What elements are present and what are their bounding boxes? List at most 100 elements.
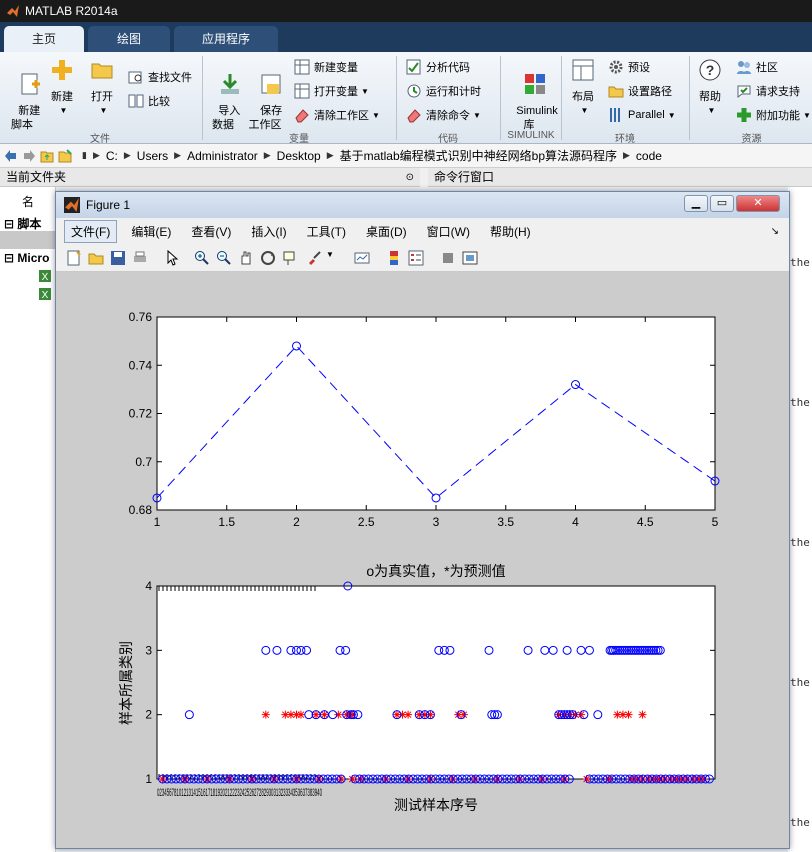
path-separator: ▶ xyxy=(623,150,630,160)
new-variable-button[interactable]: 新建变量 xyxy=(294,58,358,76)
print-icon[interactable] xyxy=(132,250,148,266)
add-ons-icon xyxy=(737,108,751,122)
y-tick-label: 0.68 xyxy=(129,503,153,517)
collapse-icon: ⊟ xyxy=(4,251,18,265)
dock-arrow-icon[interactable]: ↘ xyxy=(771,226,779,237)
command-window-panel[interactable] xyxy=(788,187,812,852)
open-variable-button[interactable]: 打开变量 ▼ xyxy=(294,82,369,100)
clear-workspace-button[interactable]: 清除工作区 ▼ xyxy=(294,106,380,124)
forward-arrow-icon[interactable] xyxy=(22,149,36,163)
clear-commands-button[interactable]: 清除命令 ▼ xyxy=(406,106,481,124)
tab-apps[interactable]: 应用程序 xyxy=(174,26,278,52)
back-arrow-icon[interactable] xyxy=(4,149,18,163)
import-data-label: 导入 数据 xyxy=(212,105,241,131)
menu-window[interactable]: 窗口(W) xyxy=(421,221,476,242)
axes1-box[interactable] xyxy=(156,316,716,511)
menu-help[interactable]: 帮助(H) xyxy=(484,221,537,242)
run-and-time-label: 运行和计时 xyxy=(426,86,481,98)
scripts-group-label: 脚本 xyxy=(17,217,42,231)
browse-folder-icon[interactable] xyxy=(58,148,72,163)
show-plot-tools-icon[interactable] xyxy=(462,250,478,266)
pointer-icon[interactable] xyxy=(164,250,180,266)
maximize-button[interactable]: ▭ xyxy=(710,195,734,212)
community-icon xyxy=(737,61,751,74)
brush-dropdown-icon[interactable]: ▼ xyxy=(326,250,342,266)
eraser-icon xyxy=(407,109,421,123)
x-tick-label: 1.5 xyxy=(218,515,235,529)
svg-text:X: X xyxy=(42,290,49,301)
menu-tools[interactable]: 工具(T) xyxy=(301,221,352,242)
panel-menu-icon[interactable]: ⊙ xyxy=(406,168,414,187)
predicted-marker xyxy=(638,710,647,719)
run-and-time-button[interactable]: 运行和计时 xyxy=(406,82,481,100)
current-folder-header: 当前文件夹 ⊙ xyxy=(0,168,420,187)
zoom-in-icon[interactable] xyxy=(194,250,210,266)
name-column-header[interactable]: 名 xyxy=(22,193,34,210)
hide-plot-tools-icon[interactable] xyxy=(440,250,456,266)
matlab-logo-icon xyxy=(7,5,19,17)
excel-file-icon[interactable]: X xyxy=(38,287,52,301)
new-label: 新建 xyxy=(51,91,73,103)
ribbon-toolstrip: 新建 脚本 新建 ▼ 打开 ▼ 查找文件 比较 文件 导入 数据 保存 工作区 新建… xyxy=(0,52,812,145)
layout-button[interactable]: 布局 ▼ xyxy=(566,58,600,118)
up-folder-icon[interactable] xyxy=(40,149,54,163)
analyze-code-button[interactable]: 分析代码 xyxy=(406,58,470,76)
ribbon-separator xyxy=(396,56,397,140)
path-segment[interactable]: 基于matlab编程模式识别中神经网络bp算法源码程序 xyxy=(340,147,617,164)
add-ons-button[interactable]: 附加功能 ▼ xyxy=(736,106,811,124)
legend-icon[interactable] xyxy=(408,250,424,266)
tab-home[interactable]: 主页 xyxy=(4,26,84,52)
y-tick-label: 2 xyxy=(145,708,152,722)
menu-edit[interactable]: 编辑(E) xyxy=(125,221,177,242)
rotate-3d-icon[interactable] xyxy=(260,250,276,266)
path-segment[interactable]: Users xyxy=(137,149,168,163)
request-support-button[interactable]: 请求支持 xyxy=(736,82,800,100)
help-button[interactable]: ? 帮助 ▼ xyxy=(694,58,726,118)
file-row-selected[interactable] xyxy=(0,231,56,249)
new-button[interactable]: 新建 ▼ xyxy=(46,58,78,118)
path-segment[interactable]: Desktop xyxy=(277,149,321,163)
open-file-icon[interactable] xyxy=(88,250,104,266)
menu-desktop[interactable]: 桌面(D) xyxy=(360,221,413,242)
analyze-code-icon xyxy=(406,59,421,75)
zoom-out-icon[interactable] xyxy=(216,250,232,266)
community-button[interactable]: 社区 xyxy=(736,58,778,76)
tab-plots[interactable]: 绘图 xyxy=(88,26,170,52)
minimize-button[interactable]: ▁ xyxy=(684,195,708,212)
path-segment[interactable]: code xyxy=(636,149,662,163)
group-resources-label: 资源 xyxy=(741,134,762,145)
menu-insert[interactable]: 插入(I) xyxy=(245,221,292,242)
link-plot-icon[interactable] xyxy=(354,250,370,266)
path-segment[interactable]: Administrator xyxy=(187,149,258,163)
menu-view[interactable]: 查看(V) xyxy=(185,221,237,242)
save-icon[interactable] xyxy=(110,250,126,266)
figure-canvas[interactable]: 1 1.5 2 2.5 3 3.5 4 4.5 5 0.68 0.7 0.72 0.74 0.76 o为真… xyxy=(56,272,789,848)
data-cursor-icon[interactable] xyxy=(282,250,298,266)
app-title: MATLAB R2014a xyxy=(25,4,118,18)
plus-icon xyxy=(52,60,72,80)
colorbar-icon[interactable] xyxy=(386,250,402,266)
excel-file-icon[interactable]: X xyxy=(38,269,52,283)
find-files-button[interactable]: 查找文件 xyxy=(128,68,192,86)
scripts-group[interactable]: ⊟ 脚本 xyxy=(4,215,41,232)
parallel-button[interactable]: Parallel ▼ xyxy=(608,106,676,124)
predicted-marker xyxy=(624,710,633,719)
path-segment[interactable]: C: xyxy=(106,149,118,163)
y-tick-label: 0.72 xyxy=(129,407,153,421)
pan-hand-icon[interactable] xyxy=(238,250,254,266)
current-folder-title: 当前文件夹 xyxy=(6,170,67,184)
new-variable-label: 新建变量 xyxy=(314,62,358,74)
menu-file[interactable]: 文件(F) xyxy=(64,219,118,243)
preferences-button[interactable]: 预设 xyxy=(608,58,650,76)
open-button[interactable]: 打开 ▼ xyxy=(86,58,118,118)
axes2-xtick-labels: 0234567810121314151617181920212223242526… xyxy=(157,787,322,799)
close-button[interactable]: ✕ xyxy=(736,195,780,212)
axes2-box[interactable] xyxy=(156,585,716,780)
compare-button[interactable]: 比较 xyxy=(128,92,170,110)
brush-icon[interactable] xyxy=(306,250,322,266)
ribbon-tabstrip: 主页 绘图 应用程序 xyxy=(0,22,812,52)
new-figure-icon[interactable] xyxy=(66,250,82,266)
x-tick-label: 4 xyxy=(572,515,579,529)
set-path-button[interactable]: 设置路径 xyxy=(608,82,672,100)
micro-group[interactable]: ⊟ Micro xyxy=(4,251,49,265)
